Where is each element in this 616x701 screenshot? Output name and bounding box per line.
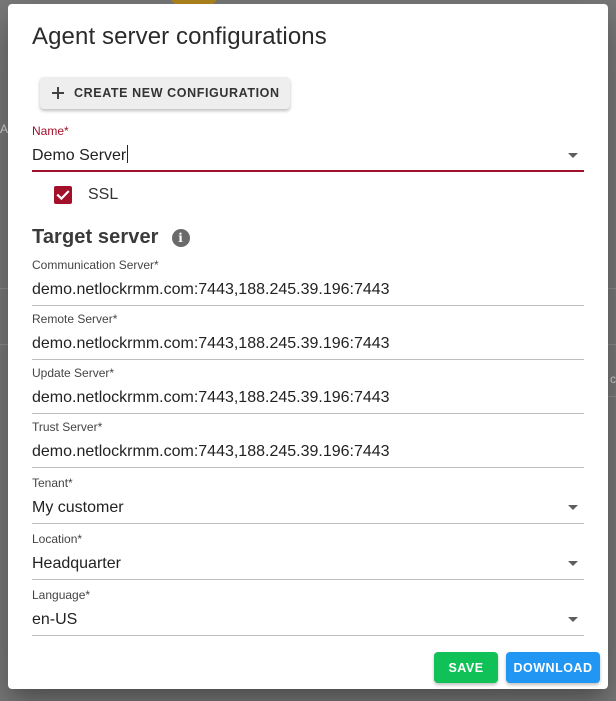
location-label: Location* (32, 532, 83, 546)
ssl-checkbox[interactable] (54, 186, 72, 204)
name-field-label: Name* (32, 124, 69, 138)
background-text-right: c (610, 372, 616, 386)
background-divider (608, 396, 616, 397)
field-underline (32, 359, 584, 360)
chevron-down-icon[interactable] (568, 617, 578, 622)
background-divider (0, 344, 8, 345)
text-cursor (127, 145, 129, 163)
update-server-label: Update Server* (32, 366, 115, 380)
location-value[interactable]: Headquarter (32, 552, 584, 576)
language-label: Language* (32, 588, 91, 602)
checkmark-icon (56, 190, 70, 201)
communication-server-label: Communication Server* (32, 258, 159, 272)
dialog-title: Agent server configurations (32, 23, 327, 50)
trust-server-field[interactable]: Trust Server* demo.netlockrmm.com:7443,1… (32, 420, 584, 468)
dialog-actions: SAVE DOWNLOAD (434, 652, 600, 683)
location-select[interactable]: Location* Headquarter (32, 532, 584, 580)
target-server-heading: Target server i (32, 226, 190, 249)
agent-config-dialog: Agent server configurations CREATE NEW C… (8, 4, 608, 689)
name-select[interactable]: Name* Demo Server (32, 124, 584, 172)
create-configuration-button[interactable]: CREATE NEW CONFIGURATION (40, 77, 290, 109)
field-underline (32, 305, 584, 306)
tenant-value[interactable]: My customer (32, 496, 584, 520)
trust-server-input[interactable]: demo.netlockrmm.com:7443,188.245.39.196:… (32, 440, 584, 464)
trust-server-label: Trust Server* (32, 420, 103, 434)
chevron-down-icon[interactable] (568, 153, 578, 158)
communication-server-input[interactable]: demo.netlockrmm.com:7443,188.245.39.196:… (32, 278, 584, 302)
update-server-input[interactable]: demo.netlockrmm.com:7443,188.245.39.196:… (32, 386, 584, 410)
save-button[interactable]: SAVE (434, 652, 498, 683)
language-value[interactable]: en-US (32, 608, 584, 632)
ssl-label: SSL (88, 186, 119, 203)
download-button[interactable]: DOWNLOAD (506, 652, 600, 683)
language-select[interactable]: Language* en-US (32, 588, 584, 636)
chevron-down-icon[interactable] (568, 505, 578, 510)
remote-server-input[interactable]: demo.netlockrmm.com:7443,188.245.39.196:… (32, 332, 584, 356)
info-icon[interactable]: i (171, 228, 190, 247)
field-underline (32, 467, 584, 468)
tenant-select[interactable]: Tenant* My customer (32, 476, 584, 524)
communication-server-field[interactable]: Communication Server* demo.netlockrmm.co… (32, 258, 584, 306)
create-configuration-label: CREATE NEW CONFIGURATION (74, 86, 280, 100)
remote-server-label: Remote Server* (32, 312, 118, 326)
name-field-underline (32, 170, 584, 172)
field-underline (32, 523, 584, 524)
background-divider (608, 344, 616, 345)
field-underline (32, 635, 584, 636)
background-divider (608, 288, 616, 289)
chevron-down-icon[interactable] (568, 561, 578, 566)
target-server-title: Target server (32, 226, 159, 248)
remote-server-field[interactable]: Remote Server* demo.netlockrmm.com:7443,… (32, 312, 584, 360)
ssl-option[interactable]: SSL (54, 186, 118, 204)
name-field-value[interactable]: Demo Server (32, 144, 584, 168)
tenant-label: Tenant* (32, 476, 73, 490)
field-underline (32, 579, 584, 580)
background-divider (0, 288, 8, 289)
plus-icon (52, 87, 64, 99)
update-server-field[interactable]: Update Server* demo.netlockrmm.com:7443,… (32, 366, 584, 414)
field-underline (32, 413, 584, 414)
